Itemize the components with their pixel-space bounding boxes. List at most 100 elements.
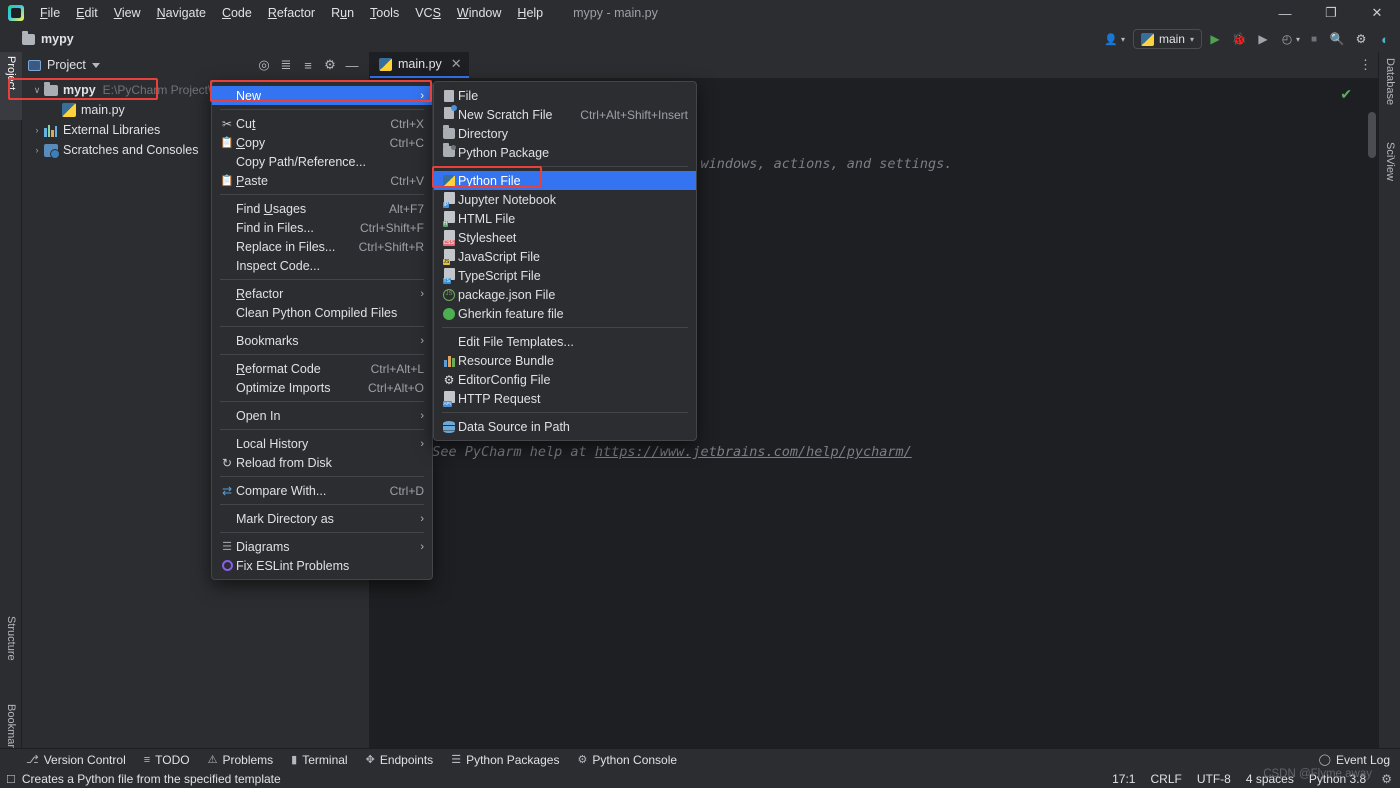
stop-button[interactable]: ■ [1304,34,1324,45]
menu-item-clean-python-compiled-files[interactable]: Clean Python Compiled Files [212,303,432,322]
menu-item-reformat-code[interactable]: Reformat CodeCtrl+Alt+L [212,359,432,378]
chevron-down-icon[interactable] [92,63,100,68]
bottom-tab-endpoints[interactable]: ✥Endpoints [366,753,434,767]
menu-vcs[interactable]: VCS [407,3,449,23]
menu-item-copy[interactable]: 📋CopyCtrl+C [212,133,432,152]
menu-item-fix-eslint-problems[interactable]: Fix ESLint Problems [212,556,432,575]
expand-all-icon[interactable]: ≣ [275,54,297,76]
menu-item-javascript-file[interactable]: JSJavaScript File [434,247,696,266]
caret-position[interactable]: 17:1 [1112,772,1135,786]
gear-icon[interactable]: ⚙ [319,54,341,76]
file-encoding[interactable]: UTF-8 [1197,772,1231,786]
menu-file[interactable]: File [32,3,68,23]
maximize-button[interactable]: ❐ [1308,0,1354,26]
help-link[interactable]: https://www.jetbrains.com/help/pycharm/ [595,444,912,460]
menu-refactor[interactable]: Refactor [260,3,323,23]
chevron-right-icon[interactable]: › [30,145,44,155]
debug-button[interactable]: 🐞 [1228,32,1250,46]
menu-item-mark-directory-as[interactable]: Mark Directory as› [212,509,432,528]
menu-item-html-file[interactable]: HHTML File [434,209,696,228]
menu-item-copy-path-reference[interactable]: Copy Path/Reference... [212,152,432,171]
breadcrumb-project-name[interactable]: mypy [41,32,74,46]
bottom-tab-problems[interactable]: ⚠Problems [208,753,274,767]
menu-item-http-request[interactable]: APIHTTP Request [434,389,696,408]
sidebar-item-project[interactable]: Project [0,52,22,120]
menu-item-package-json-file[interactable]: JSpackage.json File [434,285,696,304]
menu-item-cut[interactable]: ✂CutCtrl+X [212,114,432,133]
event-log-button[interactable]: ◯ Event Log [1319,753,1400,767]
settings-icon[interactable]: ⚙ [1381,772,1392,786]
gear-icon[interactable]: ⚙ [1350,32,1372,46]
close-button[interactable]: ✕ [1354,0,1400,26]
breadcrumb: mypy 👤 ▾ main ▾ ▶ 🐞 ▶ ◴ ▾ ■ 🔍 ⚙ ◐ [0,26,1400,52]
menu-item-bookmarks[interactable]: Bookmarks› [212,331,432,350]
search-icon[interactable]: 🔍 [1326,32,1348,46]
menu-window[interactable]: Window [449,3,509,23]
menu-help[interactable]: Help [509,3,551,23]
menu-item-find-in-files[interactable]: Find in Files...Ctrl+Shift+F [212,218,432,237]
menu-item-refactor[interactable]: Refactor› [212,284,432,303]
menu-navigate[interactable]: Navigate [149,3,214,23]
menu-item-paste[interactable]: 📋PasteCtrl+V [212,171,432,190]
menu-item-find-usages[interactable]: Find UsagesAlt+F7 [212,199,432,218]
close-icon[interactable]: ✕ [451,56,462,72]
menu-item-optimize-imports[interactable]: Optimize ImportsCtrl+Alt+O [212,378,432,397]
menu-code[interactable]: Code [214,3,260,23]
menu-item-new[interactable]: New› [212,86,432,105]
menu-item-stylesheet[interactable]: CSSStylesheet [434,228,696,247]
menu-run[interactable]: Run [323,3,362,23]
menu-item-directory[interactable]: Directory [434,124,696,143]
editor-scrollbar[interactable] [1368,112,1376,158]
menu-item-reload-from-disk[interactable]: ↻Reload from Disk [212,453,432,472]
hide-panel-icon[interactable]: — [341,54,363,76]
menu-view[interactable]: View [106,3,149,23]
menu-item-inspect-code[interactable]: Inspect Code... [212,256,432,275]
ai-assistant-icon[interactable]: ◐ [1374,32,1396,47]
sidebar-item-sciview[interactable]: SciView [1379,138,1400,206]
menu-item-typescript-file[interactable]: TSTypeScript File [434,266,696,285]
bottom-tab-python-console[interactable]: ⚙Python Console [577,753,677,767]
menu-item-diagrams[interactable]: ☰Diagrams› [212,537,432,556]
menu-item-open-in[interactable]: Open In› [212,406,432,425]
menu-item-edit-file-templates[interactable]: Edit File Templates... [434,332,696,351]
sidebar-item-structure[interactable]: Structure [0,612,22,692]
tab-main-py[interactable]: main.py ✕ [370,52,469,78]
profile-button[interactable]: ◴ [1276,32,1298,46]
bottom-tab-python-packages[interactable]: ☰Python Packages [451,753,559,767]
menu-item-resource-bundle[interactable]: Resource Bundle [434,351,696,370]
menu-item-compare-with[interactable]: ⇄Compare With...Ctrl+D [212,481,432,500]
menu-item-python-package[interactable]: Python Package [434,143,696,162]
menu-item-file[interactable]: File [434,86,696,105]
menu-item-label: Optimize Imports [236,381,354,395]
menu-item-gherkin-feature-file[interactable]: Gherkin feature file [434,304,696,323]
sidebar-item-database[interactable]: Database [1379,54,1400,130]
menu-item-new-scratch-file[interactable]: New Scratch FileCtrl+Alt+Shift+Insert [434,105,696,124]
bottom-tab-todo[interactable]: ≡TODO [144,753,190,767]
menu-item-python-file[interactable]: Python File [434,171,696,190]
user-account-button[interactable]: 👤 ▾ [1098,33,1131,46]
chevron-right-icon[interactable]: › [30,125,44,135]
chevron-down-icon[interactable]: ∨ [30,85,44,96]
run-button[interactable]: ▶ [1204,32,1226,46]
menu-item-editorconfig-file[interactable]: ⚙EditorConfig File [434,370,696,389]
menu-item-data-source-in-path[interactable]: Data Source in Path [434,417,696,436]
menu-tools[interactable]: Tools [362,3,407,23]
run-with-coverage-button[interactable]: ▶ [1252,32,1274,46]
bottom-tab-terminal[interactable]: ▮Terminal [291,753,347,767]
editor-options-icon[interactable]: ⋮ [1354,52,1378,78]
inspection-status-icon[interactable]: ✔ [1340,86,1352,103]
new-submenu[interactable]: FileNew Scratch FileCtrl+Alt+Shift+Inser… [433,81,697,441]
context-menu[interactable]: New› ✂CutCtrl+X📋CopyCtrl+CCopy Path/Refer… [211,81,433,580]
collapse-all-icon[interactable]: ≡ [297,54,319,76]
menu-item-replace-in-files[interactable]: Replace in Files...Ctrl+Shift+R [212,237,432,256]
line-separator[interactable]: CRLF [1150,772,1181,786]
minimize-button[interactable]: — [1262,0,1308,26]
chevron-down-icon[interactable]: ▾ [1296,35,1300,44]
menu-item-jupyter-notebook[interactable]: IPJupyter Notebook [434,190,696,209]
left-tool-strip: Project Structure Bookmarks [0,52,22,748]
menu-edit[interactable]: Edit [68,3,106,23]
menu-item-local-history[interactable]: Local History› [212,434,432,453]
run-configuration-selector[interactable]: main ▾ [1133,29,1202,49]
bottom-tab-version-control[interactable]: ⎇Version Control [26,753,126,767]
select-opened-file-icon[interactable]: ◎ [253,54,275,76]
